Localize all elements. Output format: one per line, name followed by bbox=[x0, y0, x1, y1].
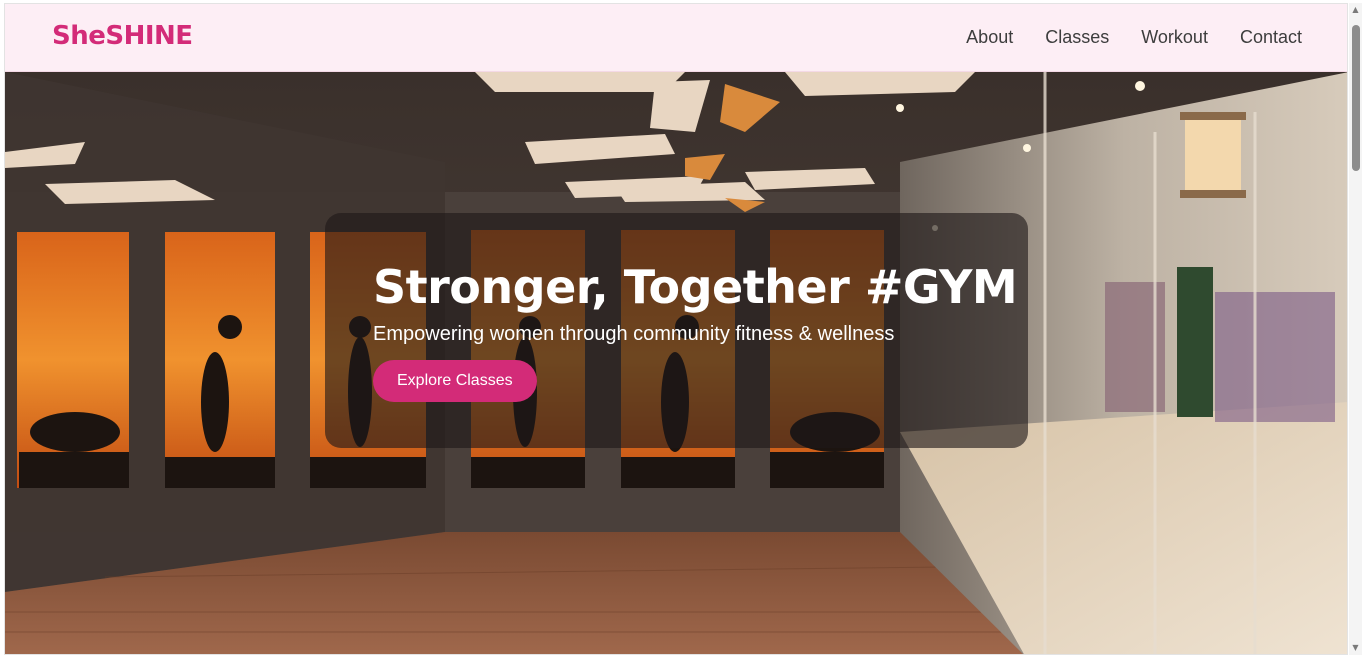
vertical-scrollbar[interactable]: ▲ ▼ bbox=[1349, 3, 1362, 655]
navbar: SheSHINE About Classes Workout Contact bbox=[5, 4, 1347, 72]
brand-logo[interactable]: SheSHINE bbox=[52, 21, 193, 51]
hero-section: Stronger, Together #GYM Empowering women… bbox=[5, 72, 1347, 654]
scrollbar-thumb[interactable] bbox=[1352, 25, 1360, 171]
hero-subtitle: Empowering women through community fitne… bbox=[373, 323, 895, 345]
nav-link-workout[interactable]: Workout bbox=[1141, 27, 1208, 48]
nav-link-contact[interactable]: Contact bbox=[1240, 27, 1302, 48]
hero-title: Stronger, Together #GYM bbox=[373, 260, 1018, 314]
nav-link-classes[interactable]: Classes bbox=[1045, 27, 1109, 48]
nav-link-about[interactable]: About bbox=[966, 27, 1013, 48]
page-viewport: SheSHINE About Classes Workout Contact S… bbox=[4, 3, 1348, 655]
scroll-down-icon[interactable]: ▼ bbox=[1349, 641, 1362, 655]
nav-links: About Classes Workout Contact bbox=[966, 27, 1302, 48]
explore-classes-button[interactable]: Explore Classes bbox=[373, 360, 537, 402]
hero-card: Stronger, Together #GYM Empowering women… bbox=[325, 213, 1028, 448]
scroll-up-icon[interactable]: ▲ bbox=[1349, 3, 1362, 17]
